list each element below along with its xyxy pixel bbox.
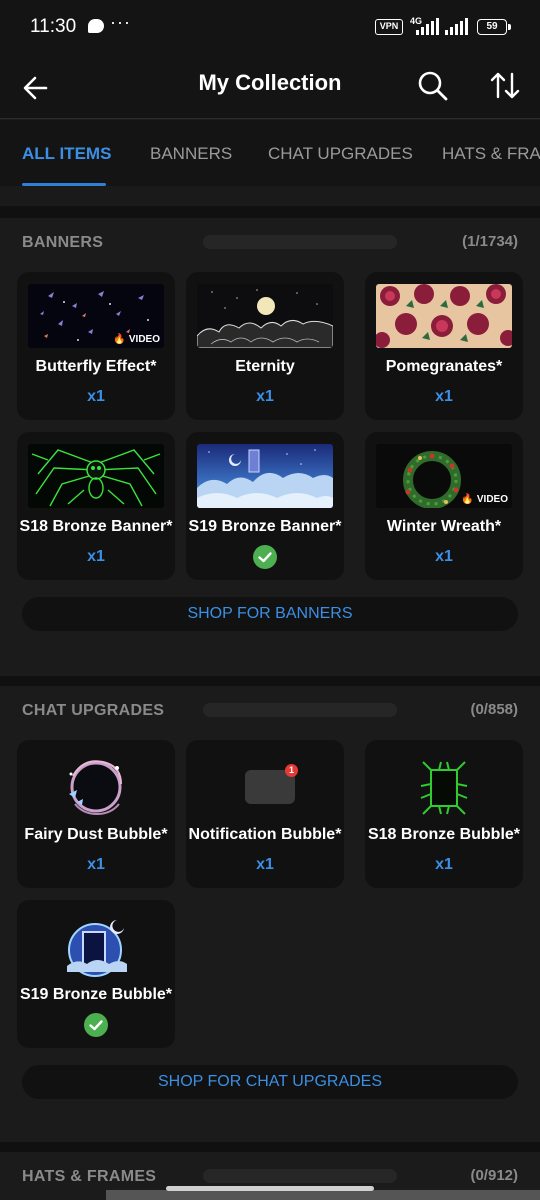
battery-icon: 59 [477,19,511,35]
owned-check-icon [253,545,277,569]
banner-thumbnail: 🔥 VIDEO [376,444,512,508]
item-quantity: x1 [87,388,105,405]
home-indicator[interactable] [166,1186,374,1191]
banner-card[interactable]: Pomegranates* x1 [365,272,523,420]
tab-banners[interactable]: BANNERS [150,144,232,164]
section-title: HATS & FRAMES [22,1168,157,1185]
more-notifications-icon: ··· [110,12,131,32]
item-quantity: x1 [435,856,453,873]
video-badge: 🔥 VIDEO [113,334,160,345]
item-name: S19 Bronze Bubble* [19,986,173,1003]
section-title: BANNERS [22,234,104,251]
chat-upgrades-section: CHAT UPGRADES (0/858) Fairy Dust Bubble*… [0,686,540,1142]
video-badge: 🔥 VIDEO [461,494,508,505]
section-count: (0/912) [470,1167,518,1184]
category-tabs: ALL ITEMS BANNERS CHAT UPGRADES HATS & F… [0,120,540,186]
banner-thumbnail: 🔥 VIDEO [28,284,164,348]
banner-thumbnail [28,444,164,508]
divider [0,206,540,218]
item-name: Fairy Dust Bubble* [24,826,168,843]
progress-bar [203,235,397,249]
chat-upgrade-card[interactable]: S18 Bronze Bubble* x1 [365,740,523,888]
shop-for-banners-button[interactable]: SHOP FOR BANNERS [22,597,518,631]
sort-button[interactable] [486,67,524,105]
chat-upgrade-card[interactable]: S19 Bronze Bubble* [17,900,175,1048]
signal-icon [412,18,440,35]
progress-bar [203,703,397,717]
bubble-thumbnail [67,920,127,977]
banner-thumbnail [197,284,333,348]
tab-chat-upgrades[interactable]: CHAT UPGRADES [268,144,413,164]
banner-card[interactable]: S19 Bronze Banner* [186,432,344,580]
chat-notification-icon [88,19,104,33]
progress-bar [203,1169,397,1183]
item-name: S18 Bronze Bubble* [367,826,521,843]
fire-icon: 🔥 [113,334,126,345]
item-quantity: x1 [256,856,274,873]
status-bar: 11:30 ··· VPN 4G 59 [0,0,540,56]
item-quantity: x1 [435,388,453,405]
divider [0,676,540,686]
item-name: Butterfly Effect* [35,358,157,375]
banner-card[interactable]: Eternity x1 [186,272,344,420]
page-title: My Collection [198,70,342,95]
item-name: Eternity [235,358,295,375]
vpn-indicator: VPN [375,19,403,35]
bottom-overlay [106,1190,540,1200]
banner-card[interactable]: 🔥 VIDEO Butterfly Effect* x1 [17,272,175,420]
item-name: Pomegranates* [385,358,503,375]
item-quantity: x1 [87,856,105,873]
sort-icon [490,72,520,99]
search-icon [418,71,448,101]
item-name: S19 Bronze Banner* [188,518,342,535]
item-name: Winter Wreath* [386,518,502,535]
section-title: CHAT UPGRADES [22,702,165,719]
signal-icon-2 [443,18,471,35]
chat-upgrade-card[interactable]: Fairy Dust Bubble* x1 [17,740,175,888]
banner-thumbnail [376,284,512,348]
app-bar: My Collection [0,56,540,119]
banner-thumbnail [197,444,333,508]
item-name: S18 Bronze Banner* [19,518,173,535]
bubble-thumbnail [69,760,122,816]
banner-card[interactable]: S18 Bronze Banner* x1 [17,432,175,580]
banner-card[interactable]: 🔥 VIDEO Winter Wreath* x1 [365,432,523,580]
banners-section: BANNERS (1/1734) 🔥 VIDEO Butterfly Effect… [0,218,540,676]
search-button[interactable] [414,67,452,105]
status-time: 11:30 [30,16,77,37]
bubble-thumbnail [420,761,468,815]
chat-upgrade-card[interactable]: 1 Notification Bubble* x1 [186,740,344,888]
tab-all-items[interactable]: ALL ITEMS [22,144,111,164]
section-count: (1/1734) [462,233,518,250]
tab-hats-frames[interactable]: HATS & FRAMES [442,144,540,164]
owned-check-icon [84,1013,108,1037]
shop-for-chat-upgrades-button[interactable]: SHOP FOR CHAT UPGRADES [22,1065,518,1099]
fire-icon: 🔥 [461,494,474,505]
item-quantity: x1 [256,388,274,405]
item-name: Notification Bubble* [188,826,342,843]
item-quantity: x1 [87,548,105,565]
item-quantity: x1 [435,548,453,565]
notification-badge: 1 [285,764,298,777]
section-count: (0/858) [470,701,518,718]
divider [0,1142,540,1152]
